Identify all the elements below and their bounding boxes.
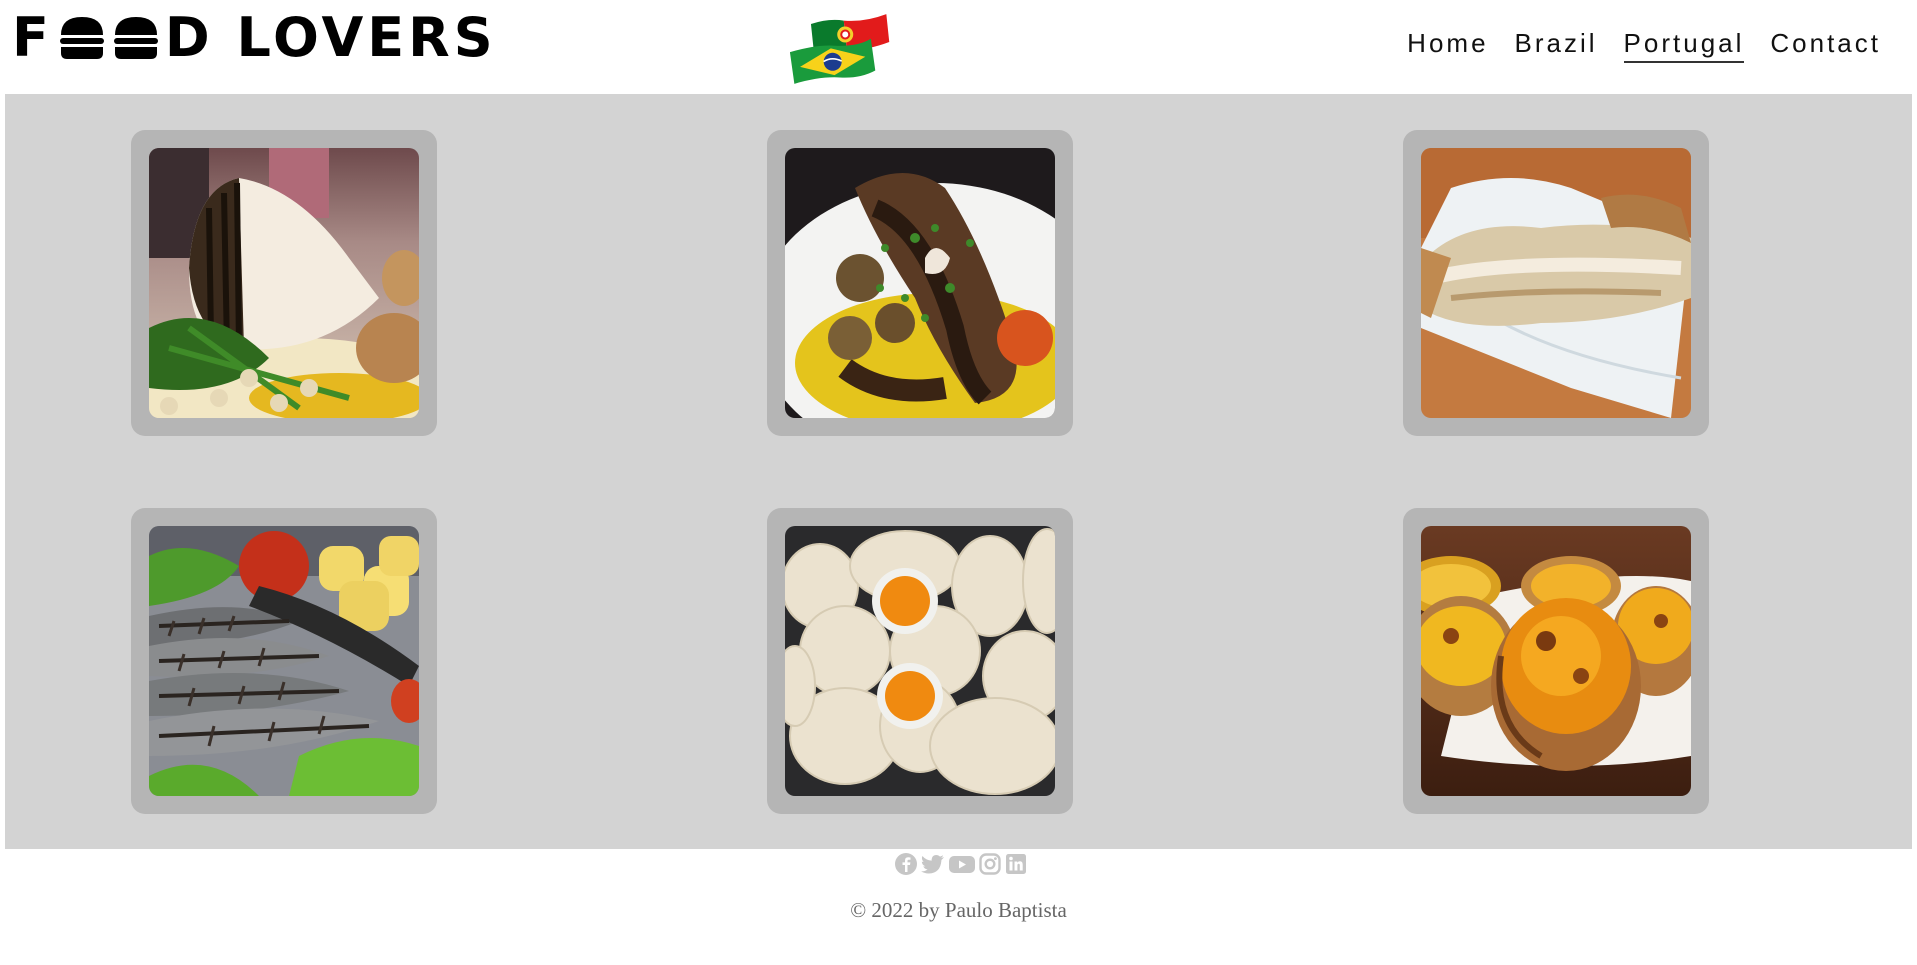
site-header: F D LOVERS Home Brazil Portugal Contact [0, 0, 1917, 94]
nav-home[interactable]: Home [1407, 26, 1488, 63]
linkedin-icon[interactable] [1004, 852, 1028, 881]
main-nav: Home Brazil Portugal Contact [1407, 26, 1881, 63]
gallery-card[interactable] [1403, 130, 1709, 436]
flags-icon[interactable] [790, 14, 895, 84]
gallery-card[interactable] [767, 508, 1073, 814]
facebook-icon[interactable] [894, 852, 918, 881]
nav-contact[interactable]: Contact [1770, 26, 1881, 63]
grilled-cod-photo[interactable] [149, 148, 419, 418]
social-links [894, 852, 1028, 881]
gallery-card[interactable] [767, 130, 1073, 436]
gallery-card[interactable] [131, 130, 437, 436]
grilled-octopus-photo[interactable] [785, 148, 1055, 418]
instagram-icon[interactable] [978, 852, 1002, 881]
nav-brazil[interactable]: Brazil [1515, 26, 1598, 63]
gallery-card[interactable] [131, 508, 437, 814]
egg-yolk-pastries-photo[interactable] [785, 526, 1055, 796]
custard-tarts-photo[interactable] [1421, 526, 1691, 796]
pastry-on-napkin-photo[interactable] [1421, 148, 1691, 418]
food-gallery [5, 94, 1912, 849]
copyright-text: © 2022 by Paulo Baptista [850, 898, 1067, 922]
gallery-card[interactable] [1403, 508, 1709, 814]
youtube-icon[interactable] [948, 852, 976, 881]
site-logo[interactable]: F D LOVERS [12, 6, 497, 69]
twitter-icon[interactable] [920, 852, 946, 881]
burger-icon [113, 17, 158, 59]
grilled-sardines-photo[interactable] [149, 526, 419, 796]
burger-icon [59, 17, 104, 59]
logo-text-end: D LOVERS [164, 6, 497, 69]
nav-portugal[interactable]: Portugal [1623, 26, 1745, 63]
logo-text-start: F [12, 6, 53, 69]
